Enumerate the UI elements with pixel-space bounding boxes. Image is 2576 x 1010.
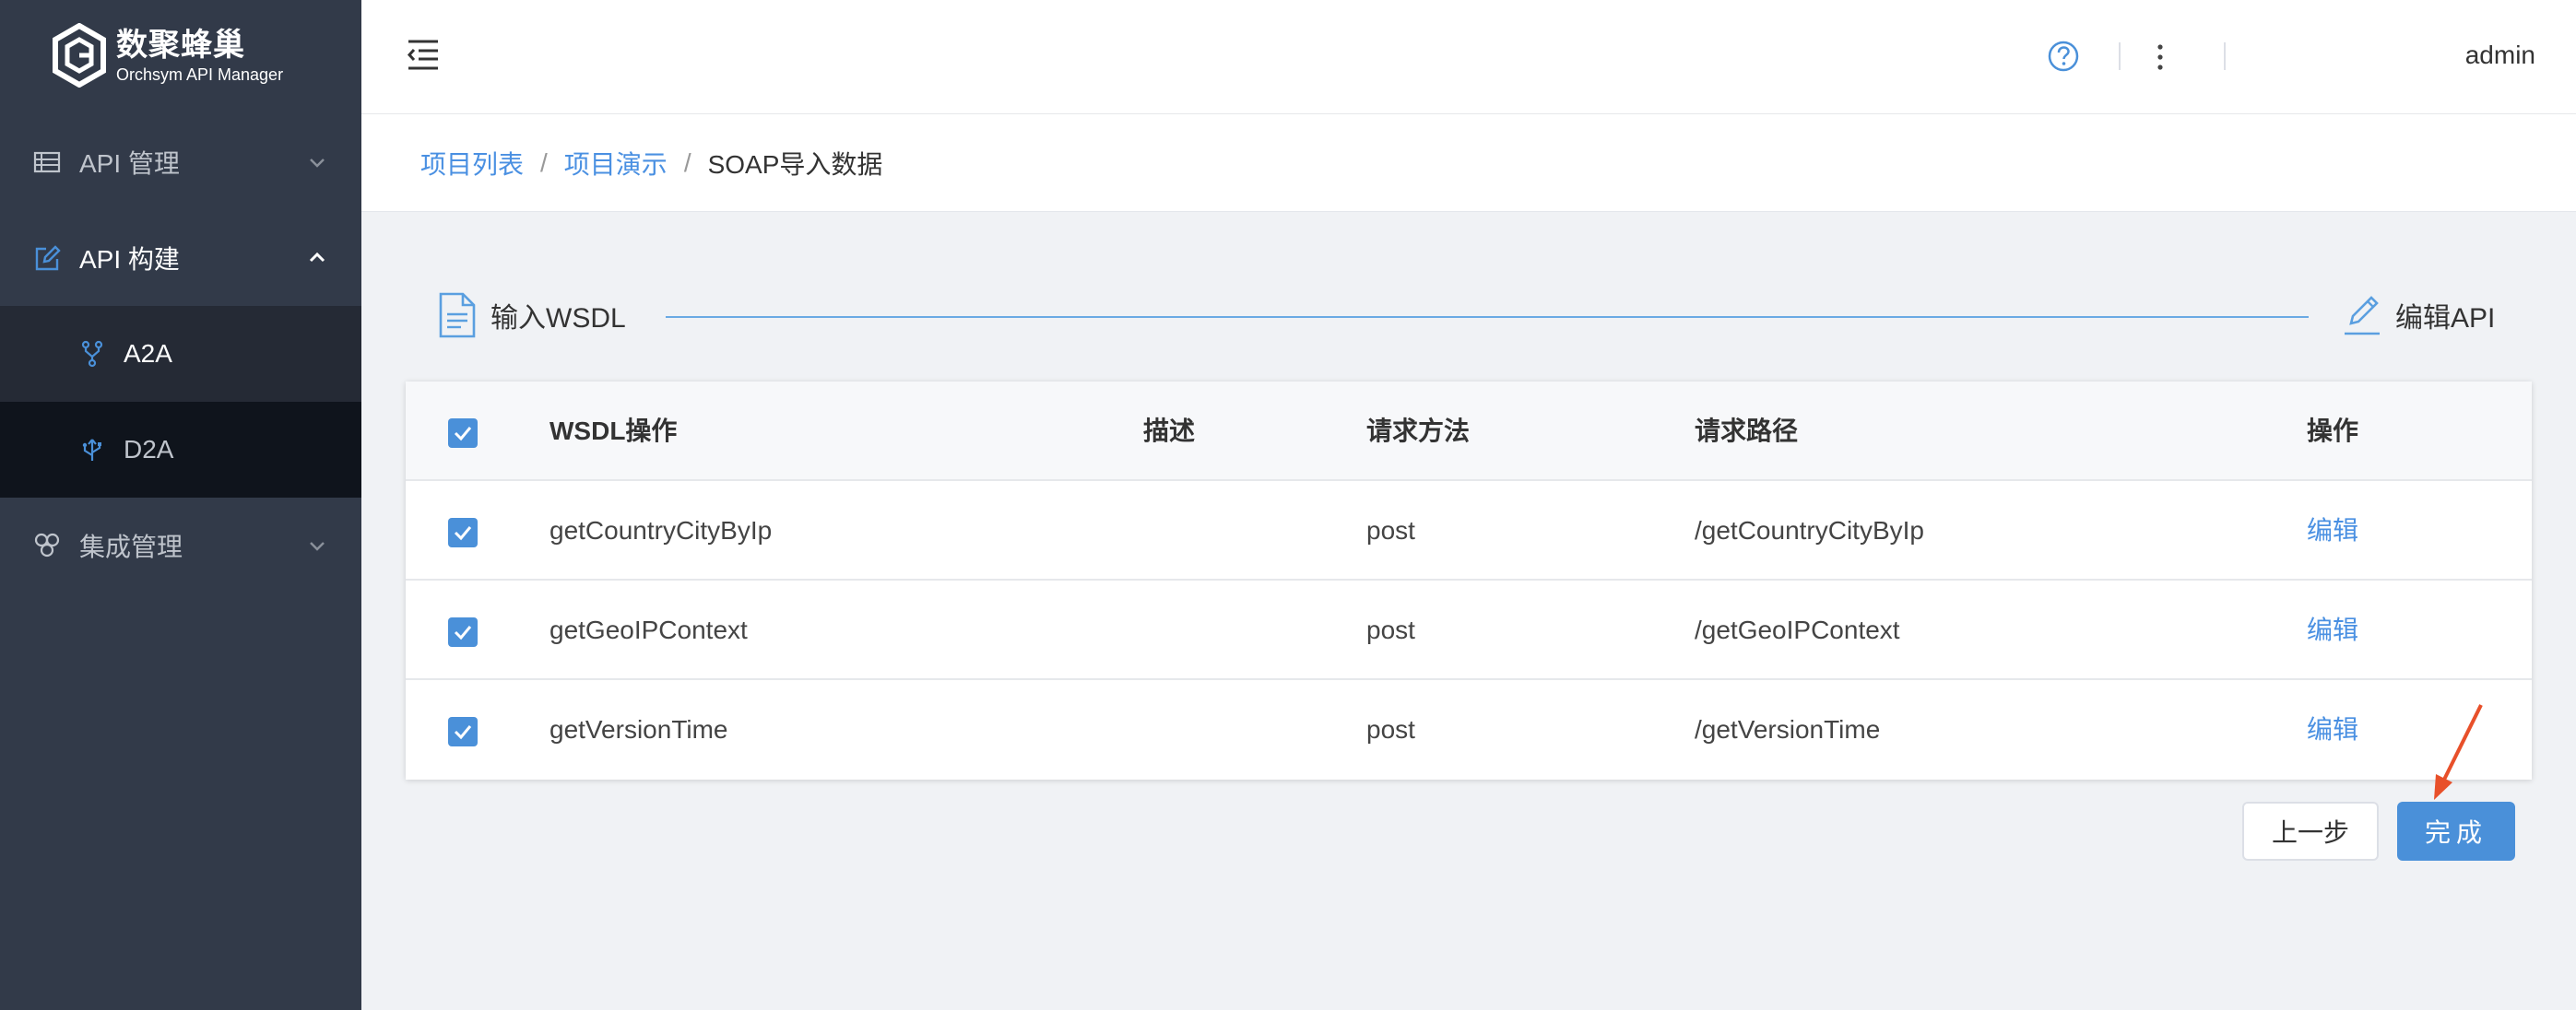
step-connector <box>666 316 2309 318</box>
sidebar-item-integration[interactable]: 集成管理 <box>0 498 361 593</box>
table-row: getGeoIPContext post /getGeoIPContext 编辑 <box>406 581 2532 680</box>
header-divider <box>2224 42 2226 70</box>
edit-icon <box>35 245 61 271</box>
table-row: getCountryCityByIp post /getCountryCityB… <box>406 481 2532 581</box>
help-icon[interactable] <box>2047 40 2080 73</box>
user-menu[interactable]: admin <box>2465 37 2535 74</box>
check-icon <box>454 725 472 740</box>
request-path: /getVersionTime <box>1695 715 1881 744</box>
sidebar-item-label: API 构建 <box>79 245 180 274</box>
column-header: 操作 <box>2307 417 2359 445</box>
fork-icon <box>81 340 103 368</box>
usb-icon <box>82 439 101 461</box>
edit-link[interactable]: 编辑 <box>2307 680 2358 780</box>
table-row: getVersionTime post /getVersionTime 编辑 <box>406 680 2532 780</box>
previous-step-button[interactable]: 上一步 <box>2242 802 2379 861</box>
sidebar-item-api-manage[interactable]: API 管理 <box>0 114 361 210</box>
chevron-down-icon <box>310 159 325 168</box>
wsdl-operations-table: WSDL操作 描述 请求方法 请求路径 操作 getCountryCityByI… <box>406 382 2532 780</box>
column-header: 请求路径 <box>1695 417 1799 445</box>
step-label: 编辑API <box>2395 303 2496 334</box>
request-method: post <box>1366 616 1415 644</box>
breadcrumb-separator: / <box>540 147 548 177</box>
breadcrumb-link-project-list[interactable]: 项目列表 <box>420 145 524 182</box>
row-checkbox[interactable] <box>448 617 478 647</box>
edit-link[interactable]: 编辑 <box>2307 581 2358 680</box>
request-method: post <box>1366 715 1415 744</box>
operation-name: getVersionTime <box>549 715 728 744</box>
logo[interactable]: 数聚蜂巢 Orchsym API Manager <box>52 22 283 88</box>
sidebar-item-label: D2A <box>124 435 174 464</box>
top-header: admin <box>361 0 2576 114</box>
logo-title: 数聚蜂巢 <box>116 27 245 64</box>
column-header: WSDL操作 <box>549 417 678 445</box>
breadcrumb-link-project-demo[interactable]: 项目演示 <box>564 145 668 182</box>
sidebar-item-label: 集成管理 <box>79 533 183 561</box>
column-header: 描述 <box>1143 417 1196 445</box>
check-icon <box>454 626 472 640</box>
finish-button[interactable]: 完成 <box>2397 802 2515 861</box>
sidebar-item-api-build[interactable]: API 构建 <box>0 210 361 306</box>
check-icon <box>454 526 472 541</box>
select-all-checkbox[interactable] <box>448 418 478 448</box>
header-divider <box>2119 42 2121 70</box>
operation-name: getCountryCityByIp <box>549 516 773 545</box>
row-checkbox[interactable] <box>448 717 478 746</box>
pencil-icon <box>2345 296 2380 335</box>
logo-subtitle: Orchsym API Manager <box>116 65 284 84</box>
column-header: 请求方法 <box>1366 417 1471 445</box>
sidebar-item-label: API 管理 <box>79 149 180 178</box>
breadcrumb-separator: / <box>683 147 691 177</box>
table-header-row: WSDL操作 描述 请求方法 请求路径 操作 <box>406 382 2532 481</box>
sidebar-item-d2a[interactable]: D2A <box>0 402 361 498</box>
breadcrumb: 项目列表 / 项目演示 / SOAP导入数据 <box>361 114 2576 212</box>
breadcrumb-current: SOAP导入数据 <box>707 149 883 179</box>
more-vertical-icon[interactable] <box>2146 42 2174 72</box>
document-icon <box>439 292 476 338</box>
request-path: /getCountryCityByIp <box>1695 516 1924 545</box>
table-icon <box>33 151 61 173</box>
step-edit-api: 编辑API <box>2342 293 2495 337</box>
sidebar: 数聚蜂巢 Orchsym API Manager API 管理 API 构建 A… <box>0 0 361 1010</box>
sidebar-item-a2a[interactable]: A2A <box>0 306 361 402</box>
sidebar-item-label: A2A <box>124 339 172 368</box>
step-label: 输入WSDL <box>490 303 626 334</box>
menu-collapse-icon[interactable] <box>406 37 441 72</box>
chevron-down-icon <box>310 542 325 551</box>
row-checkbox[interactable] <box>448 518 478 547</box>
edit-link[interactable]: 编辑 <box>2307 481 2358 581</box>
logo-hexagon-icon <box>53 23 106 88</box>
cluster-icon <box>34 533 60 558</box>
request-method: post <box>1366 516 1415 545</box>
annotation-arrow-icon <box>2434 704 2483 800</box>
request-path: /getGeoIPContext <box>1695 616 1900 644</box>
step-input-wsdl: 输入WSDL <box>437 291 626 339</box>
check-icon <box>454 427 472 441</box>
operation-name: getGeoIPContext <box>549 616 748 644</box>
chevron-up-icon <box>309 252 325 263</box>
